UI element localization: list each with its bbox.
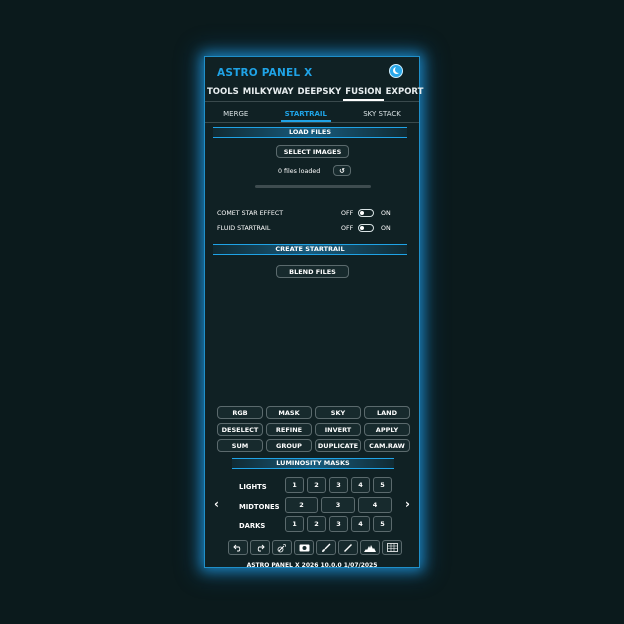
- invert-button[interactable]: INVERT: [315, 423, 361, 436]
- subtab-sky-stack[interactable]: SKY STACK: [359, 108, 405, 122]
- sum-button[interactable]: SUM: [217, 439, 263, 452]
- pen-icon: [344, 543, 352, 552]
- load-progress-bar: [255, 185, 371, 188]
- blend-files-button[interactable]: BLEND FILES: [276, 265, 349, 278]
- cam-raw-button[interactable]: CAM.RAW: [364, 439, 410, 452]
- redo-button[interactable]: [250, 540, 270, 555]
- darks-3-button[interactable]: 3: [329, 516, 348, 532]
- next-arrow-icon[interactable]: ›: [405, 497, 410, 511]
- group-button[interactable]: GROUP: [266, 439, 312, 452]
- deselect-button[interactable]: DESELECT: [217, 423, 263, 436]
- duplicate-button[interactable]: DUPLICATE: [315, 439, 361, 452]
- tab-milkyway[interactable]: MILKYWAY: [241, 85, 296, 101]
- tab-fusion[interactable]: FUSION: [343, 85, 384, 101]
- lights-label: LIGHTS: [239, 483, 267, 491]
- comet-star-effect-label: COMET STAR EFFECT: [217, 210, 284, 217]
- darks-5-button[interactable]: 5: [373, 516, 392, 532]
- files-loaded-status: 0 files loaded: [278, 168, 321, 175]
- darks-4-button[interactable]: 4: [351, 516, 370, 532]
- camera-icon: [299, 544, 309, 552]
- fluid-startrail-label: FLUID STARTRAIL: [217, 225, 271, 232]
- fluid-startrail-toggle[interactable]: [358, 224, 374, 232]
- tab-deepsky[interactable]: DEEPSKY: [296, 85, 344, 101]
- subtab-merge[interactable]: MERGE: [219, 108, 252, 122]
- fluid-on-label: ON: [381, 225, 391, 232]
- lights-5-button[interactable]: 5: [373, 477, 392, 493]
- load-files-header: LOAD FILES: [213, 127, 407, 138]
- undo-button[interactable]: [228, 540, 248, 555]
- brush-button[interactable]: [316, 540, 336, 555]
- camera-button[interactable]: [294, 540, 314, 555]
- land-button[interactable]: LAND: [364, 406, 410, 419]
- wand-icon: [277, 543, 286, 552]
- lights-3-button[interactable]: 3: [329, 477, 348, 493]
- rgb-button[interactable]: RGB: [217, 406, 263, 419]
- grid-button[interactable]: [382, 540, 402, 555]
- prev-arrow-icon[interactable]: ‹: [214, 497, 219, 511]
- sub-tabs: MERGE STARTRAIL SKY STACK: [205, 108, 419, 123]
- midtones-3-button[interactable]: 3: [321, 497, 355, 513]
- fluid-off-label: OFF: [341, 225, 354, 232]
- luminosity-masks-header: LUMINOSITY MASKS: [232, 458, 394, 469]
- comet-star-effect-toggle[interactable]: [358, 209, 374, 217]
- refresh-icon: ↺: [339, 166, 345, 175]
- darks-1-button[interactable]: 1: [285, 516, 304, 532]
- lights-2-button[interactable]: 2: [307, 477, 326, 493]
- select-images-button[interactable]: SELECT IMAGES: [276, 145, 349, 158]
- main-tabs: TOOLS MILKYWAY DEEPSKY FUSION EXPORT: [205, 85, 423, 102]
- comet-on-label: ON: [381, 210, 391, 217]
- pen-button[interactable]: [338, 540, 358, 555]
- wand-button[interactable]: [272, 540, 292, 555]
- refine-button[interactable]: REFINE: [266, 423, 312, 436]
- tab-export[interactable]: EXPORT: [384, 85, 426, 101]
- midtones-4-button[interactable]: 4: [358, 497, 392, 513]
- histogram-button[interactable]: [360, 540, 380, 555]
- histogram-icon: [364, 544, 376, 552]
- brush-icon: [322, 543, 331, 552]
- create-startrail-header: CREATE STARTRAIL: [213, 244, 407, 255]
- footer-version: ASTRO PANEL X 2026 10.0.0 1/07/2025: [246, 562, 378, 569]
- redo-icon: [257, 544, 265, 552]
- mask-button[interactable]: MASK: [266, 406, 312, 419]
- app-title: ASTRO PANEL X: [217, 67, 313, 79]
- sky-button[interactable]: SKY: [315, 406, 361, 419]
- grid-icon: [386, 543, 398, 552]
- tab-tools[interactable]: TOOLS: [205, 85, 241, 101]
- subtab-startrail[interactable]: STARTRAIL: [280, 108, 331, 122]
- refresh-button[interactable]: ↺: [333, 165, 351, 176]
- midtones-2-button[interactable]: 2: [285, 497, 318, 513]
- darks-2-button[interactable]: 2: [307, 516, 326, 532]
- lights-1-button[interactable]: 1: [285, 477, 304, 493]
- comet-off-label: OFF: [341, 210, 354, 217]
- midtones-label: MIDTONES: [239, 503, 280, 511]
- darks-label: DARKS: [239, 522, 266, 530]
- undo-icon: [233, 544, 241, 552]
- apply-button[interactable]: APPLY: [364, 423, 410, 436]
- moon-logo-icon[interactable]: [389, 64, 403, 78]
- astro-panel: ASTRO PANEL X TOOLS MILKYWAY DEEPSKY FUS…: [204, 56, 423, 569]
- lights-4-button[interactable]: 4: [351, 477, 370, 493]
